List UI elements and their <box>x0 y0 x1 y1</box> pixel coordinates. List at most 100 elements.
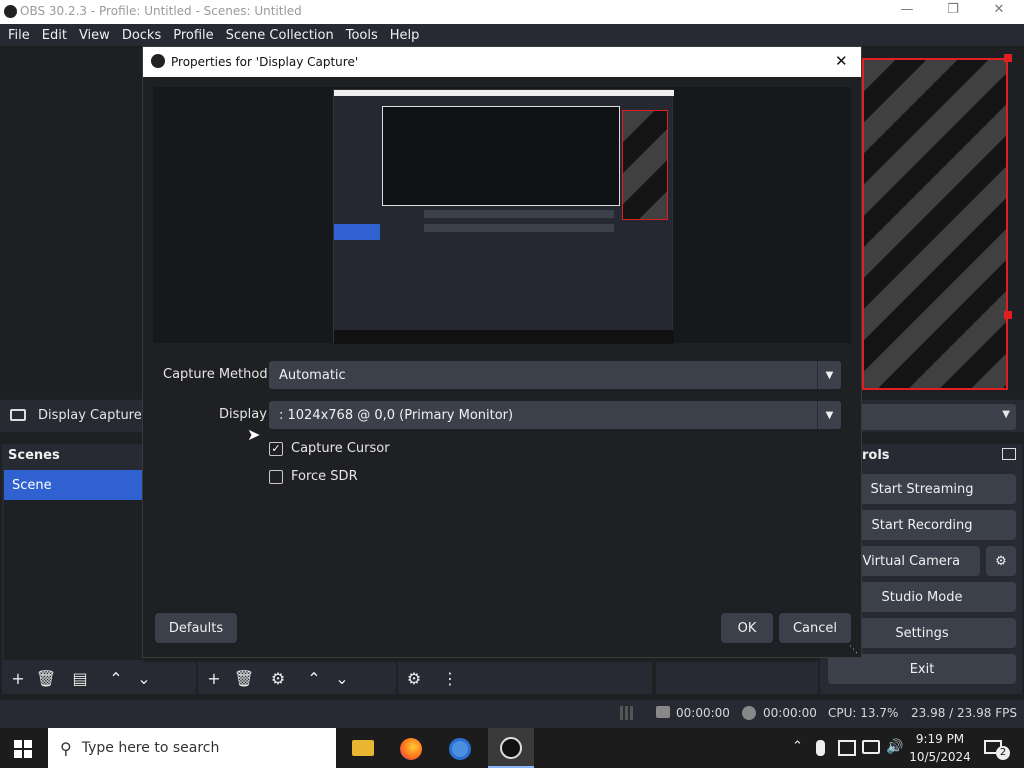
force-sdr-checkbox[interactable]: Force SDR <box>269 469 358 484</box>
thumb-combo <box>424 210 614 218</box>
force-sdr-label: Force SDR <box>291 469 358 484</box>
menu-help[interactable]: Help <box>384 28 426 43</box>
menu-scene-collection[interactable]: Scene Collection <box>220 28 340 43</box>
menu-tools[interactable]: Tools <box>340 28 384 43</box>
capture-method-value: Automatic <box>279 367 346 383</box>
windows-start-icon[interactable] <box>14 740 32 758</box>
move-down-button[interactable]: ⌄ <box>132 666 156 690</box>
add-source-button[interactable]: + <box>202 666 226 690</box>
webcam-icon[interactable] <box>838 740 856 756</box>
search-placeholder: Type here to search <box>81 740 220 756</box>
dialog-title-bar: Properties for 'Display Capture' ✕ <box>143 47 861 77</box>
capture-method-select[interactable]: Automatic ▼ <box>269 361 841 389</box>
gear-icon[interactable]: ⚙ <box>402 666 426 690</box>
remove-scene-button[interactable]: 🗑 <box>34 666 58 690</box>
scenes-dock: Scenes Scene <box>2 444 144 694</box>
gear-icon[interactable]: ⚙ <box>266 666 290 690</box>
cpu-usage: CPU: 13.7% <box>828 706 899 720</box>
thumb-scene-item <box>334 224 380 240</box>
volume-icon[interactable]: 🔊 <box>886 739 903 755</box>
file-explorer-icon[interactable] <box>352 740 374 756</box>
search-box[interactable]: ⚲ Type here to search <box>48 728 336 768</box>
thumb-combo <box>424 224 614 232</box>
checkmark-icon: ✓ <box>269 441 283 456</box>
menu-file[interactable]: File <box>2 28 36 43</box>
fps-readout: 23.98 / 23.98 FPS <box>911 706 1017 720</box>
menu-docks[interactable]: Docks <box>116 28 167 43</box>
resize-grip-icon[interactable]: ⋱ <box>849 645 858 655</box>
dialog-title: Properties for 'Display Capture' <box>171 55 359 69</box>
source-dropdown[interactable]: ▼ <box>860 404 1016 430</box>
menu-bar: File Edit View Docks Profile Scene Colle… <box>0 24 1024 46</box>
minimize-button[interactable]: — <box>884 2 930 22</box>
window-title: OBS 30.2.3 - Profile: Untitled - Scenes:… <box>20 4 302 18</box>
properties-dialog: Properties for 'Display Capture' ✕ Captu… <box>142 46 862 658</box>
resize-handle[interactable] <box>1004 311 1012 319</box>
obs-taskbar-button[interactable] <box>488 728 534 768</box>
signal-icon <box>620 706 636 720</box>
notification-count: 2 <box>996 746 1010 760</box>
stream-time: 00:00:00 <box>676 706 730 720</box>
preview-canvas[interactable] <box>862 58 1008 390</box>
chevron-down-icon: ▼ <box>817 361 841 389</box>
remove-source-button[interactable]: 🗑 <box>232 666 256 690</box>
maximize-button[interactable]: ❐ <box>930 2 976 22</box>
move-down-button[interactable]: ⌄ <box>330 666 354 690</box>
exit-button[interactable]: Exit <box>828 654 1016 684</box>
obs-logo-icon <box>4 5 17 18</box>
microphone-icon[interactable] <box>816 740 825 756</box>
move-up-button[interactable]: ⌃ <box>104 666 128 690</box>
search-icon: ⚲ <box>60 738 72 758</box>
capture-preview <box>153 87 851 344</box>
move-up-button[interactable]: ⌃ <box>302 666 326 690</box>
resize-handle[interactable] <box>1004 54 1012 62</box>
thumb-titlebar <box>334 90 674 96</box>
chevron-up-icon[interactable]: ⌃ <box>792 739 803 754</box>
scene-item[interactable]: Scene <box>4 470 142 500</box>
mixer-toolbar: ⚙ ⋮ <box>398 662 652 694</box>
defaults-button[interactable]: Defaults <box>155 613 237 643</box>
status-bar: 00:00:00 00:00:00 CPU: 13.7% 23.98 / 23.… <box>0 700 1024 728</box>
obs-icon <box>500 737 522 759</box>
add-scene-button[interactable]: + <box>6 666 30 690</box>
chrome-icon[interactable] <box>449 738 471 760</box>
display-value: : 1024x768 @ 0,0 (Primary Monitor) <box>279 407 514 423</box>
capture-cursor-label: Capture Cursor <box>291 441 390 456</box>
source-label: Display Capture <box>38 408 142 423</box>
menu-edit[interactable]: Edit <box>36 28 73 43</box>
sources-toolbar: + 🗑 ⚙ ⌃ ⌄ <box>198 662 396 694</box>
ok-button[interactable]: OK <box>721 613 773 643</box>
capture-cursor-checkbox[interactable]: ✓ Capture Cursor <box>269 441 390 456</box>
thumb-canvas <box>622 110 668 220</box>
display-label: Display <box>219 407 267 422</box>
obs-logo-icon <box>151 54 165 68</box>
title-bar: OBS 30.2.3 - Profile: Untitled - Scenes:… <box>0 0 1024 24</box>
gear-icon[interactable]: ⚙ <box>986 546 1016 576</box>
clock-date[interactable]: 10/5/2024 <box>906 750 974 764</box>
record-time: 00:00:00 <box>763 706 817 720</box>
cancel-button[interactable]: Cancel <box>779 613 851 643</box>
stream-icon <box>656 706 670 718</box>
clock-time[interactable]: 9:19 PM <box>912 732 968 746</box>
chevron-down-icon: ▼ <box>817 401 841 429</box>
empty-checkbox-icon <box>269 469 283 484</box>
mouse-cursor-icon: ➤ <box>247 425 261 444</box>
network-icon[interactable] <box>862 740 880 754</box>
chevron-down-icon: ▼ <box>1002 409 1010 420</box>
display-select[interactable]: : 1024x768 @ 0,0 (Primary Monitor) ▼ <box>269 401 841 429</box>
scenes-list: Scene <box>4 470 144 660</box>
scene-filter-button[interactable]: ▤ <box>68 666 92 690</box>
transitions-toolbar <box>656 662 818 694</box>
preview-thumbnail <box>333 89 674 344</box>
close-icon[interactable]: ✕ <box>835 52 848 70</box>
record-icon <box>742 706 756 720</box>
undock-icon[interactable] <box>1002 448 1016 460</box>
close-window-button[interactable]: ✕ <box>976 2 1022 22</box>
controls-title: rols <box>862 448 890 463</box>
firefox-icon[interactable] <box>400 738 422 760</box>
menu-view[interactable]: View <box>73 28 116 43</box>
more-icon[interactable]: ⋮ <box>438 666 462 690</box>
menu-profile[interactable]: Profile <box>167 28 219 43</box>
scenes-toolbar: + 🗑 ▤ ⌃ ⌄ <box>2 662 196 694</box>
taskbar: ⚲ Type here to search ⌃ 🔊 9:19 PM 10/5/2… <box>0 728 1024 768</box>
